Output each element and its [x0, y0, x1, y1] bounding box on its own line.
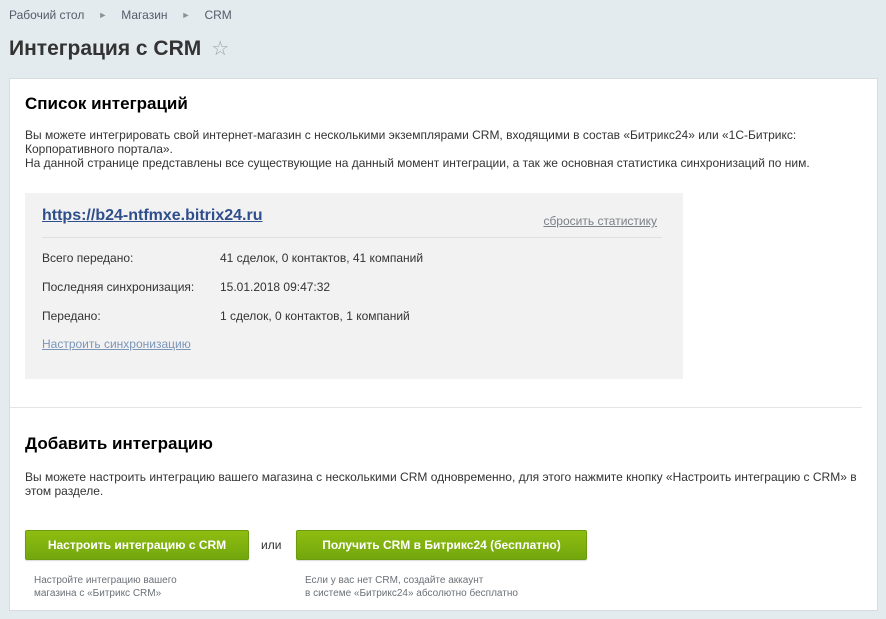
integrations-desc-line2: На данной странице представлены все суще… [25, 156, 810, 170]
stat-label: Передано: [42, 309, 101, 323]
add-integration-description: Вы можете настроить интеграцию вашего ма… [25, 470, 857, 498]
integrations-title: Список интеграций [25, 94, 188, 113]
breadcrumb-item-desktop[interactable]: Рабочий стол [9, 8, 84, 22]
setup-hint-line2: магазина с «Битрикс CRM» [34, 588, 162, 599]
stat-value: 41 сделок, 0 контактов, 41 компаний [220, 251, 424, 265]
integration-card: https://b24-ntfmxe.bitrix24.ru сбросить … [25, 193, 683, 379]
page-title: Интеграция с CRM [9, 36, 202, 60]
stat-label: Всего передано: [42, 251, 134, 265]
integrations-description: Вы можете интегрировать свой интернет-ма… [25, 128, 845, 170]
stat-value: 1 сделок, 0 контактов, 1 компаний [220, 309, 410, 323]
main-panel: Список интеграций Вы можете интегрироват… [9, 78, 878, 611]
card-divider [42, 237, 662, 238]
get-crm-hint: Если у вас нет CRM, создайте аккаунт в с… [305, 574, 518, 600]
get-crm-hint-line1: Если у вас нет CRM, создайте аккаунт [305, 575, 484, 586]
or-text: или [261, 538, 282, 552]
page-title-wrap: Интеграция с CRM ☆ [9, 36, 229, 61]
star-icon[interactable]: ☆ [211, 36, 229, 61]
stat-label: Последняя синхронизация: [42, 280, 195, 294]
section-divider [10, 407, 862, 408]
get-bitrix24-crm-button[interactable]: Получить CRM в Битрикс24 (бесплатно) [296, 530, 587, 560]
chevron-right-icon: ► [98, 10, 108, 20]
stat-value: 15.01.2018 09:47:32 [220, 280, 331, 294]
integrations-desc-line1: Вы можете интегрировать свой интернет-ма… [25, 128, 797, 156]
setup-crm-integration-button[interactable]: Настроить интеграцию с CRM [25, 530, 249, 560]
breadcrumb-item-shop[interactable]: Магазин [121, 8, 167, 22]
breadcrumb: Рабочий стол ► Магазин ► CRM [9, 8, 232, 22]
add-integration-title: Добавить интеграцию [25, 434, 213, 453]
breadcrumb-item-crm[interactable]: CRM [204, 8, 231, 22]
reset-statistics-link[interactable]: сбросить статистику [543, 214, 657, 228]
setup-hint: Настройте интеграцию вашего магазина с «… [34, 574, 177, 600]
setup-sync-link[interactable]: Настроить синхронизацию [42, 337, 191, 351]
get-crm-hint-line2: в системе «Битрикс24» абсолютно бесплатн… [305, 588, 518, 599]
setup-hint-line1: Настройте интеграцию вашего [34, 575, 177, 586]
chevron-right-icon: ► [181, 10, 191, 20]
integration-url-link[interactable]: https://b24-ntfmxe.bitrix24.ru [42, 207, 262, 225]
